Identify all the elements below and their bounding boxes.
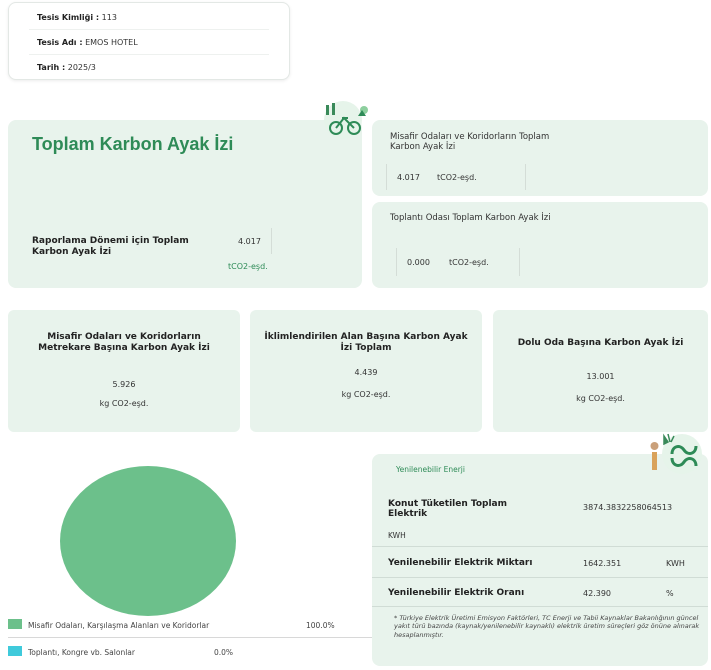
guest-rooms-value: 4.017 (397, 173, 420, 182)
consumed-electricity-unit: KWH (388, 531, 406, 540)
facility-id-row: Tesis Kimliği : 113 (37, 13, 117, 22)
guest-rooms-label: Misafir Odaları ve Koridorların Toplam K… (390, 132, 550, 152)
consumed-electricity-label: Konut Tüketilen Toplam Elektrik (388, 499, 508, 520)
pie-slice-0 (60, 466, 236, 616)
metric-title: Dolu Oda Başına Karbon Ayak İzi (517, 338, 684, 348)
metric-unit: kg CO2-eşd. (99, 399, 149, 408)
total-carbon-title: Toplam Karbon Ayak İzi (32, 134, 234, 154)
renewable-divider (372, 606, 708, 607)
meeting-rooms-value: 0.000 (407, 258, 430, 267)
metric-unit: kg CO2-eşd. (576, 394, 625, 403)
meeting-rooms-value-box: 0.000 tCO2-eşd. (396, 248, 520, 276)
renewable-ratio-label: Yenilenebilir Elektrik Oranı (388, 588, 525, 598)
pie-chart (60, 466, 236, 616)
facility-name-label: Tesis Adı : (37, 38, 83, 47)
renewable-amount-label: Yenilenebilir Elektrik Miktarı (388, 558, 533, 568)
info-divider (29, 29, 269, 30)
metric-card-per-sqm: Misafir Odaları ve Koridorların Metrekar… (8, 310, 240, 432)
facility-name-value: EMOS HOTEL (85, 38, 138, 47)
metric-value: 13.001 (586, 372, 615, 381)
legend-label: Toplantı, Kongre vb. Salonlar (28, 648, 135, 657)
facility-info-card: Tesis Kimliği : 113 Tesis Adı : EMOS HOT… (8, 2, 290, 80)
legend-swatch-cyan (8, 646, 22, 656)
legend-label: Misafir Odaları, Karşılaşma Alanları ve … (28, 621, 210, 630)
renewable-energy-icon (646, 430, 708, 476)
consumed-electricity-value: 3874.3832258064513 (583, 503, 673, 512)
legend-item-meeting-rooms: Toplantı, Kongre vb. Salonlar 0.0% (8, 646, 233, 657)
legend-percent: 0.0% (214, 648, 234, 657)
meeting-rooms-unit: tCO2-eşd. (449, 258, 489, 267)
legend-percent: 100.0% (306, 621, 335, 630)
legend-divider (8, 637, 378, 638)
facility-id-value: 113 (101, 13, 117, 22)
metric-card-per-occupied-room: Dolu Oda Başına Karbon Ayak İzi 13.001 k… (493, 310, 708, 432)
facility-date-value: 2025/3 (67, 63, 96, 72)
renewable-divider (372, 577, 708, 578)
period-footprint-unit: tCO2-eşd. (228, 262, 268, 271)
facility-date-row: Tarih : 2025/3 (37, 63, 96, 72)
period-footprint-value: 4.017 (238, 237, 261, 246)
period-footprint-label: Raporlama Dönemi için Toplam Karbon Ayak… (32, 236, 189, 257)
guest-rooms-unit: tCO2-eşd. (437, 173, 477, 182)
info-divider (29, 54, 269, 55)
metric-value: 5.926 (112, 380, 136, 389)
legend-item-guest-rooms: Misafir Odaları, Karşılaşma Alanları ve … (8, 619, 335, 630)
metric-value: 4.439 (354, 368, 378, 377)
eco-bicycle-icon (312, 100, 374, 140)
period-footprint-value-box: 4.017 (228, 228, 272, 254)
renewable-amount-value: 1642.351 (583, 559, 622, 568)
metric-title: Misafir Odaları ve Koridorların Metrekar… (38, 332, 210, 353)
meeting-rooms-label: Toplantı Odası Toplam Karbon Ayak İzi (390, 213, 551, 223)
renewable-divider (372, 546, 708, 547)
facility-name-row: Tesis Adı : EMOS HOTEL (37, 38, 138, 47)
renewable-footnote: * Türkiye Elektrik Üretimi Emisyon Faktö… (394, 614, 700, 639)
legend-swatch-green (8, 619, 22, 629)
renewable-ratio-unit: % (666, 589, 674, 598)
metric-card-per-conditioned-area: İklimlendirilen Alan Başına Karbon Ayak … (250, 310, 482, 432)
renewable-amount-unit: KWH (666, 559, 685, 568)
facility-id-label: Tesis Kimliği : (37, 13, 100, 22)
guest-rooms-value-box: 4.017 tCO2-eşd. (386, 164, 526, 190)
metric-unit: kg CO2-eşd. (341, 390, 391, 399)
facility-date-label: Tarih : (37, 63, 66, 72)
renewable-ratio-value: 42.390 (583, 589, 611, 598)
metric-title: İklimlendirilen Alan Başına Karbon Ayak … (264, 332, 468, 353)
renewable-header: Yenilenebilir Enerji (396, 465, 465, 474)
